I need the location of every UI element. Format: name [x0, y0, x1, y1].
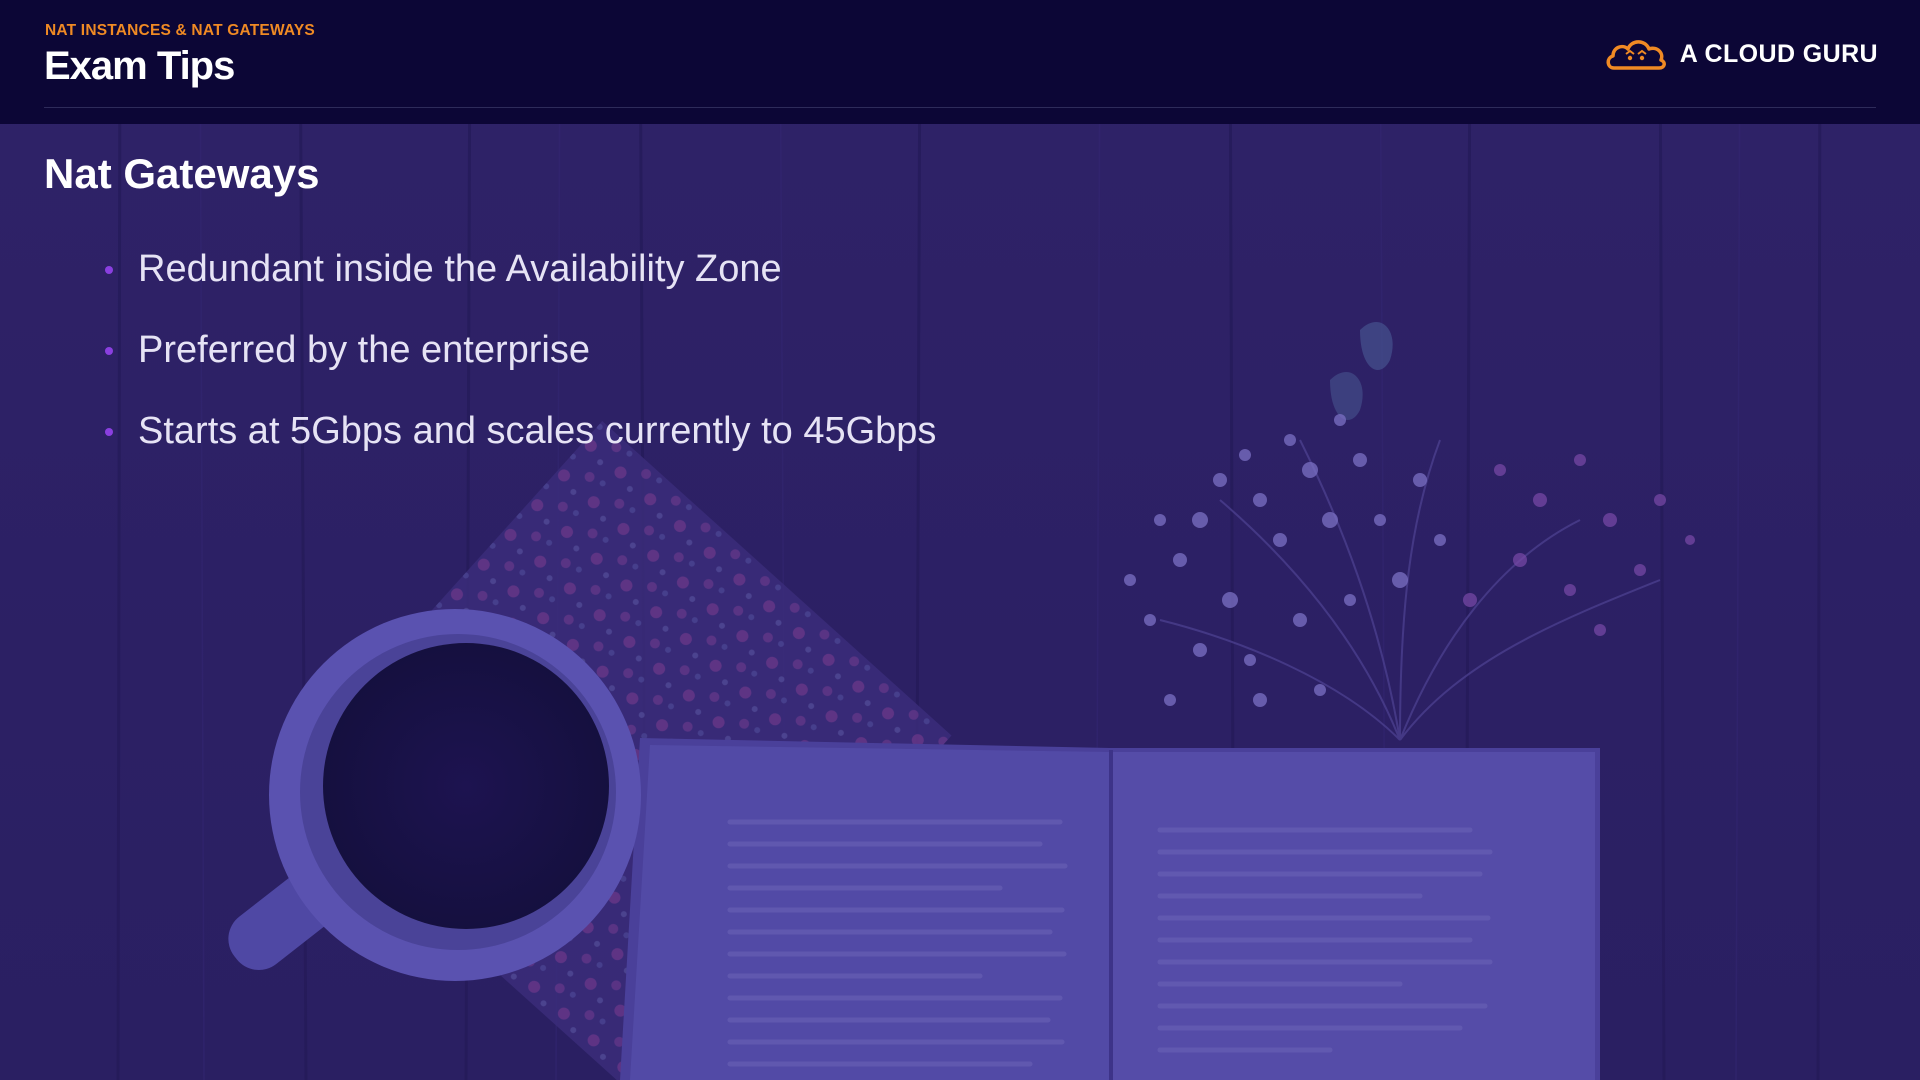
list-item: Preferred by the enterprise: [105, 321, 936, 402]
bullet-icon: [105, 428, 113, 436]
bullet-list: Redundant inside the Availability Zone P…: [105, 240, 936, 483]
list-item: Redundant inside the Availability Zone: [105, 240, 936, 321]
list-item: Starts at 5Gbps and scales currently to …: [105, 402, 936, 483]
brand-name: A CLOUD GURU: [1679, 39, 1878, 68]
section-eyebrow: NAT INSTANCES & NAT GATEWAYS: [45, 22, 315, 39]
bullet-text: Redundant inside the Availability Zone: [138, 248, 782, 290]
slide: NAT INSTANCES & NAT GATEWAYS Exam Tips A…: [0, 0, 1920, 1080]
header-bar: NAT INSTANCES & NAT GATEWAYS Exam Tips A…: [0, 0, 1920, 124]
brand-logo: A CLOUD GURU: [1604, 34, 1878, 74]
page-title: Exam Tips: [44, 44, 235, 88]
bullet-icon: [105, 266, 113, 274]
cloud-icon: [1606, 40, 1666, 70]
bullet-text: Preferred by the enterprise: [138, 329, 591, 371]
bullet-text: Starts at 5Gbps and scales currently to …: [138, 410, 937, 452]
content-heading: Nat Gateways: [44, 150, 320, 197]
bullet-icon: [105, 347, 113, 355]
header-divider: [44, 107, 1876, 108]
